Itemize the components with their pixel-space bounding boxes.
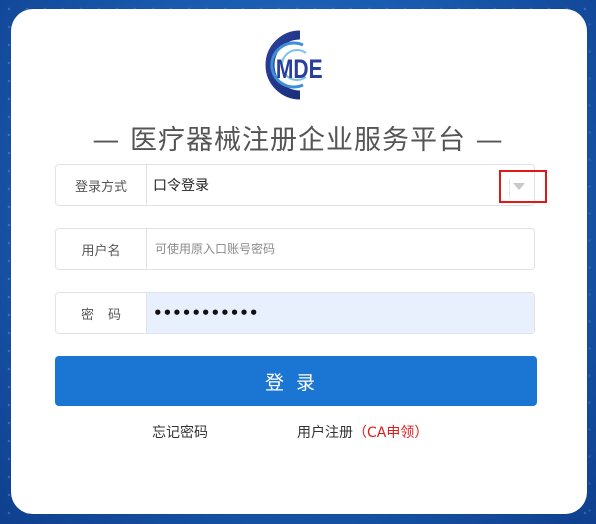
ca-apply-note: （CA申领） <box>353 425 429 441</box>
login-method-label: 登录方式 <box>56 165 147 205</box>
page-title: — 医疗器械注册企业服务平台 — <box>0 118 596 157</box>
username-input[interactable] <box>153 228 534 270</box>
login-method-value[interactable]: 口令登录 <box>153 175 209 195</box>
title-text: 医疗器械注册企业服务平台 <box>130 125 466 156</box>
login-method-dropdown-toggle[interactable] <box>499 170 547 203</box>
register-link[interactable]: 用户注册（CA申领） <box>297 422 428 442</box>
password-label: 密码 <box>56 293 147 333</box>
password-label-text: 密码 <box>80 307 135 323</box>
login-method-field[interactable]: 登录方式 口令登录 <box>55 164 547 206</box>
chevron-down-icon <box>513 183 525 190</box>
title-dash-right: — <box>475 125 504 156</box>
forgot-password-link[interactable]: 忘记密码 <box>152 422 208 442</box>
dropdown-divider <box>509 178 510 198</box>
password-masked-value: ••••••••••• <box>153 304 259 322</box>
register-link-text: 用户注册 <box>297 425 353 441</box>
password-field: 密码 ••••••••••• <box>55 292 535 334</box>
login-button[interactable]: 登录 <box>55 356 537 406</box>
title-dash-left: — <box>92 125 121 156</box>
username-field: 用户名 <box>55 228 535 270</box>
logo-text: MDE <box>276 55 323 85</box>
username-label: 用户名 <box>56 229 147 269</box>
mde-logo: MDE <box>254 25 324 105</box>
password-input[interactable]: ••••••••••• <box>147 293 534 333</box>
